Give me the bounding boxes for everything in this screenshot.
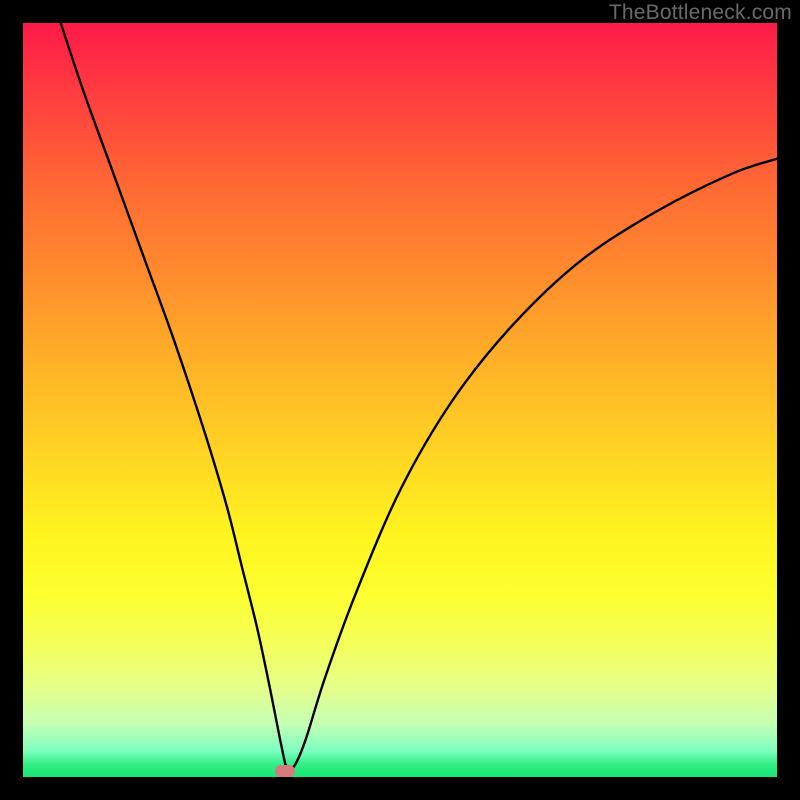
bottleneck-curve	[23, 23, 777, 777]
minimum-marker	[275, 765, 295, 777]
watermark-text: TheBottleneck.com	[609, 1, 792, 25]
chart-area	[23, 23, 777, 777]
